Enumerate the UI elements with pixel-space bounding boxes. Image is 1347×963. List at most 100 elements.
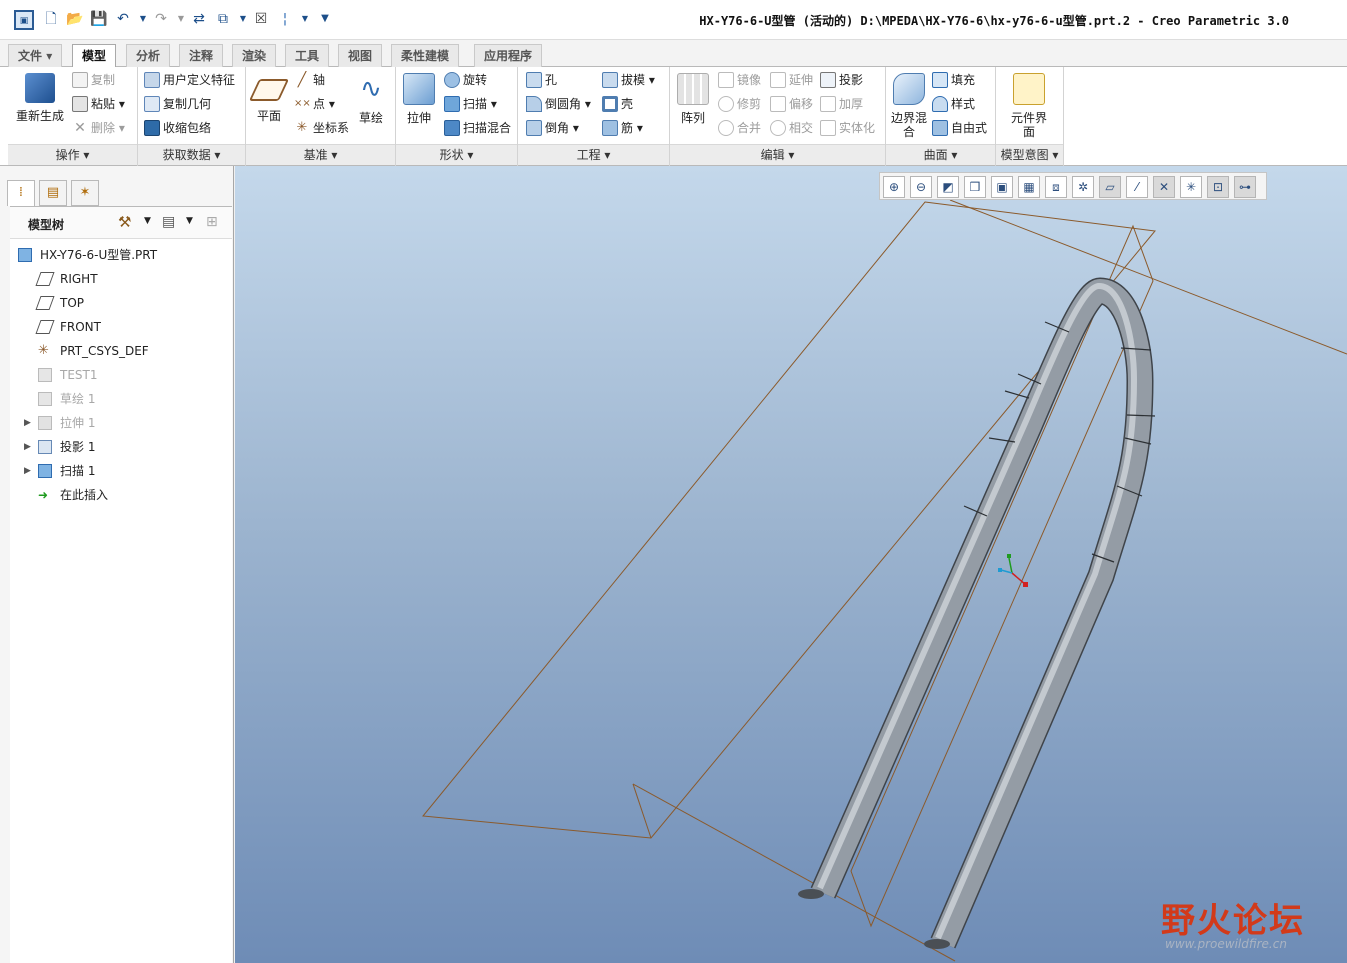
tree-settings-dropdown-icon[interactable]: ▼ (144, 216, 151, 226)
tab-view[interactable]: 视图 (338, 44, 383, 67)
open-icon[interactable]: 📂 (66, 10, 84, 28)
tree-item[interactable]: 草绘 1 (10, 387, 232, 411)
paste-button[interactable]: 粘贴 ▾ (72, 93, 125, 115)
point-button[interactable]: ×× 点 ▾ (294, 93, 335, 115)
tree-item[interactable]: HX-Y76-6-U型管.PRT (10, 243, 232, 267)
group-label-operations[interactable]: 操作 ▾ (8, 144, 137, 165)
swept-blend-button[interactable]: 扫描混合 (444, 117, 511, 139)
plane-button[interactable]: 平面 (246, 71, 292, 123)
group-label-surfaces[interactable]: 曲面 ▾ (886, 144, 995, 165)
chamfer-button[interactable]: 倒角 ▾ (526, 117, 579, 139)
expand-arrow-icon[interactable]: ▶ (24, 459, 31, 483)
undo-dropdown-icon[interactable]: ▼ (134, 10, 152, 28)
copy-button[interactable]: 复制 (72, 69, 115, 91)
mirror-button[interactable]: 镜像 (718, 69, 761, 91)
component-interface-button[interactable]: 元件界面 (1006, 71, 1052, 139)
redo-dropdown-icon[interactable]: ▼ (172, 10, 190, 28)
graphics-window[interactable]: ⊕ ⊖ ◩ ❒ ▣ ▦ ⧈ ✲ ▱ ⁄ ✕ ✳ ⊡ ⊶ 野火论坛 www.pro… (235, 166, 1347, 963)
tree-item[interactable]: ➜ 在此插入 (10, 483, 232, 507)
tree-item[interactable]: TEST1 (10, 363, 232, 387)
refit-icon[interactable]: ◩ (937, 176, 959, 198)
tree-columns-dropdown-icon[interactable]: ▼ (186, 216, 193, 226)
new-icon[interactable]: 🗋 (42, 10, 60, 28)
tree-item[interactable]: TOP (10, 291, 232, 315)
model-tree-tab-icon[interactable]: ⁞ (7, 180, 35, 206)
view-manager-icon[interactable]: ▦ (1018, 176, 1040, 198)
tab-tools[interactable]: 工具 (285, 44, 330, 67)
display-style-icon[interactable]: ❒ (964, 176, 986, 198)
solidify-button[interactable]: 实体化 (820, 117, 875, 139)
rib-button[interactable]: 筋 ▾ (602, 117, 643, 139)
expand-arrow-icon[interactable]: ▶ (24, 411, 31, 435)
sketch-button[interactable]: ∿ 草绘 (348, 71, 394, 125)
group-label-datum[interactable]: 基准 ▾ (246, 144, 395, 165)
extrude-button[interactable]: 拉伸 (396, 71, 442, 125)
csys-display-icon[interactable]: ✳ (1180, 176, 1202, 198)
sweep-button[interactable]: 扫描 ▾ (444, 93, 497, 115)
point-display-icon[interactable]: ✕ (1153, 176, 1175, 198)
project-button[interactable]: 投影 (820, 69, 863, 91)
merge-button[interactable]: 合并 (718, 117, 761, 139)
close-window-icon[interactable]: ☒ (252, 10, 270, 28)
perspective-icon[interactable]: ⧈ (1045, 176, 1067, 198)
intersect-button[interactable]: 相交 (770, 117, 813, 139)
group-label-model-intent[interactable]: 模型意图 ▾ (996, 144, 1063, 165)
trim-button[interactable]: 修剪 (718, 93, 761, 115)
favorites-tab-icon[interactable]: ✶ (71, 180, 99, 206)
windows-dropdown-icon[interactable]: ▼ (234, 10, 252, 28)
datum-display-icon[interactable]: ✲ (1072, 176, 1094, 198)
app-icon[interactable]: ▣ (14, 10, 34, 30)
thicken-button[interactable]: 加厚 (820, 93, 863, 115)
axis-display-icon[interactable]: ⁄ (1126, 176, 1148, 198)
tree-item[interactable]: RIGHT (10, 267, 232, 291)
group-label-shapes[interactable]: 形状 ▾ (396, 144, 517, 165)
copy-geometry-button[interactable]: 复制几何 (144, 93, 211, 115)
tab-file[interactable]: 文件 ▾ (8, 44, 63, 67)
style-button[interactable]: 样式 (932, 93, 975, 115)
tab-applications[interactable]: 应用程序 (474, 44, 543, 67)
tree-filter-icon[interactable]: ⊞ (206, 214, 218, 230)
tree-item[interactable]: ▶ 拉伸 1 (10, 411, 232, 435)
zoom-out-icon[interactable]: ⊖ (910, 176, 932, 198)
undo-icon[interactable]: ↶ (114, 10, 132, 28)
user-defined-feature-button[interactable]: 用户定义特征 (144, 69, 235, 91)
fill-button[interactable]: 填充 (932, 69, 975, 91)
tab-analysis[interactable]: 分析 (126, 44, 171, 67)
regenerate-icon[interactable]: ⇄ (190, 10, 208, 28)
dropdown-icon[interactable]: ▼ (296, 10, 314, 28)
group-label-editing[interactable]: 编辑 ▾ (670, 144, 885, 165)
customize-icon[interactable]: ▼ (316, 10, 334, 28)
spin-center-icon[interactable]: ⊶ (1234, 176, 1256, 198)
folder-browser-tab-icon[interactable]: ▤ (39, 180, 67, 206)
annotation-display-icon[interactable]: ⊡ (1207, 176, 1229, 198)
tree-columns-icon[interactable]: ▤ (162, 214, 175, 230)
tree-item[interactable]: ✳ PRT_CSYS_DEF (10, 339, 232, 363)
pattern-button[interactable]: 阵列 (670, 71, 716, 125)
offset-button[interactable]: 偏移 (770, 93, 813, 115)
group-label-get-data[interactable]: 获取数据 ▾ (138, 144, 245, 165)
expand-arrow-icon[interactable]: ▶ (24, 435, 31, 459)
tab-model[interactable]: 模型 (72, 44, 117, 68)
save-icon[interactable]: 💾 (90, 10, 108, 28)
tree-item[interactable]: ▶ 扫描 1 (10, 459, 232, 483)
saved-orientations-icon[interactable]: ▣ (991, 176, 1013, 198)
round-button[interactable]: 倒圆角 ▾ (526, 93, 591, 115)
hole-button[interactable]: 孔 (526, 69, 557, 91)
zoom-in-icon[interactable]: ⊕ (883, 176, 905, 198)
tree-settings-icon[interactable]: ⚒ (118, 213, 131, 231)
plane-display-icon[interactable]: ▱ (1099, 176, 1121, 198)
boundary-blend-button[interactable]: 边界混合 (886, 71, 932, 139)
revolve-button[interactable]: 旋转 (444, 69, 487, 91)
redo-icon[interactable]: ↷ (152, 10, 170, 28)
tab-flexible-modeling[interactable]: 柔性建模 (391, 44, 460, 67)
draft-button[interactable]: 拔模 ▾ (602, 69, 655, 91)
regenerate-button[interactable]: 重新生成 (12, 71, 68, 123)
freestyle-button[interactable]: 自由式 (932, 117, 987, 139)
shrinkwrap-button[interactable]: 收缩包络 (144, 117, 211, 139)
tree-item[interactable]: ▶ 投影 1 (10, 435, 232, 459)
tree-item[interactable]: FRONT (10, 315, 232, 339)
tab-render[interactable]: 渲染 (232, 44, 277, 67)
extend-button[interactable]: 延伸 (770, 69, 813, 91)
windows-icon[interactable]: ⧉ (214, 10, 232, 28)
group-label-engineering[interactable]: 工程 ▾ (518, 144, 669, 165)
